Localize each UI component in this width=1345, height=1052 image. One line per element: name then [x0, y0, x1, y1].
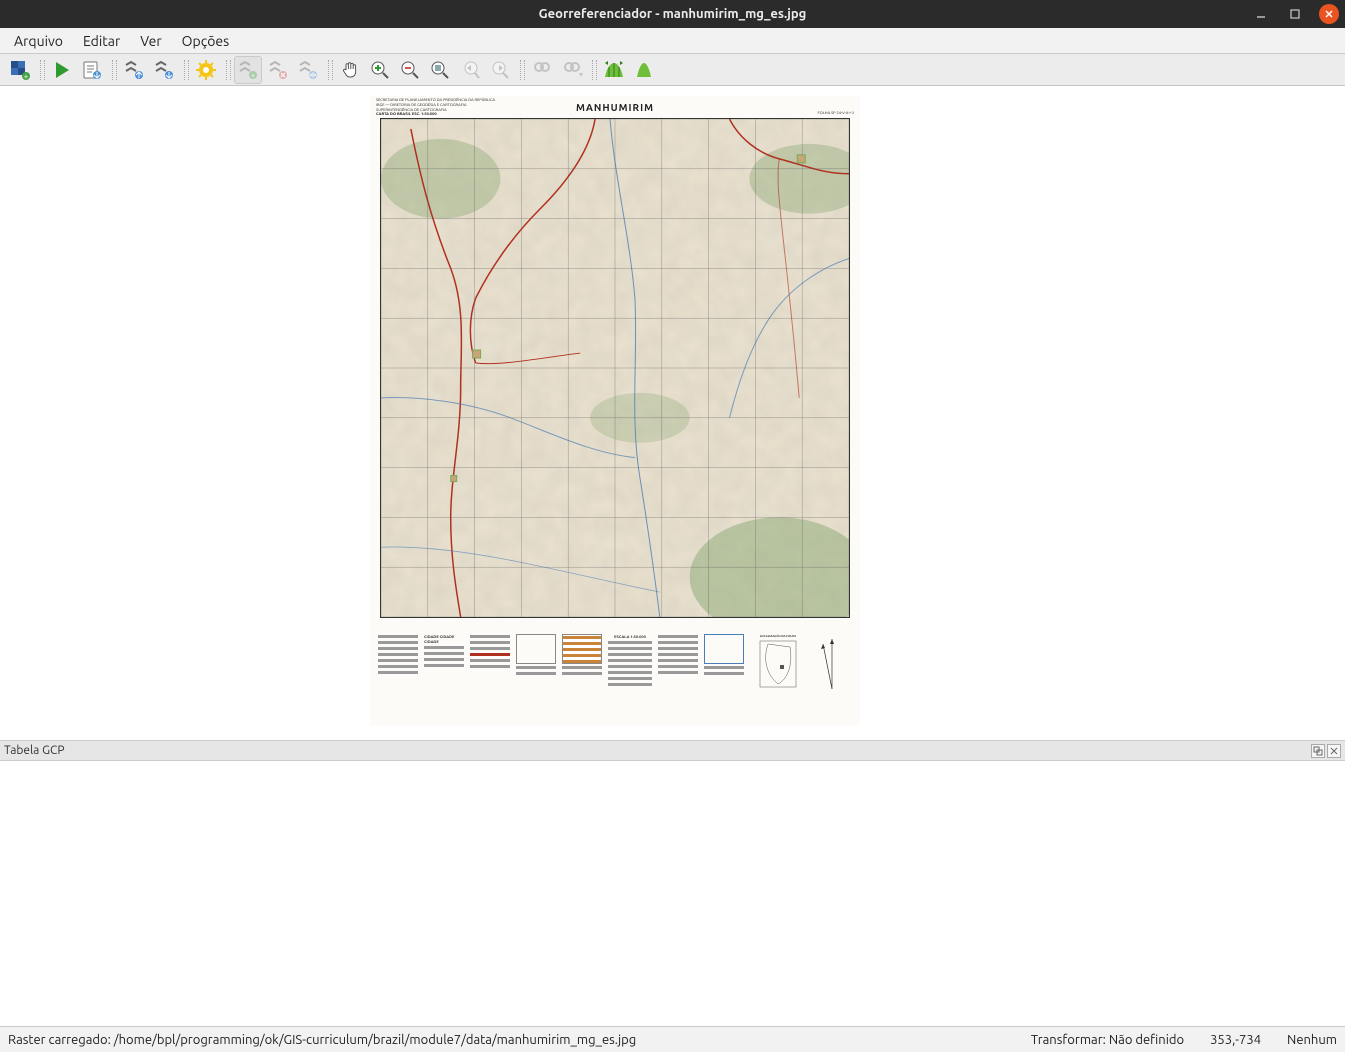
toolbar: + + — [0, 54, 1345, 86]
legend-escala-label: ESCALA 1:50.000 — [608, 634, 652, 639]
declination-diagram-icon — [817, 634, 847, 694]
generate-script-button[interactable] — [78, 56, 106, 84]
legend-block: CIDADE CIDADE CIDADE — [424, 634, 464, 720]
gcp-table[interactable] — [0, 761, 1345, 1026]
raster-document: SECRETARIA DE PLANEJAMENTO DA PRESIDÊNCI… — [370, 96, 860, 726]
full-histogram-button[interactable] — [600, 56, 628, 84]
map-header-line: CARTA DO BRASIL ESC. 1:50.000 — [376, 112, 495, 117]
gcp-panel-header: Tabela GCP — [0, 741, 1345, 761]
location-diagram-icon — [758, 639, 798, 699]
window-title: Georreferenciador - manhumirim_mg_es.jpg — [0, 7, 1345, 21]
menu-opcoes[interactable]: Opções — [174, 31, 238, 51]
toolbar-separator — [184, 58, 186, 82]
move-gcp-button[interactable] — [294, 56, 322, 84]
titlebar: Georreferenciador - manhumirim_mg_es.jpg — [0, 0, 1345, 28]
status-none: Nenhum — [1287, 1033, 1337, 1047]
status-coords: 353,-734 — [1210, 1033, 1261, 1047]
zoom-to-layer-button[interactable] — [426, 56, 454, 84]
legend-block: LOCALIZAÇÃO DA FOLHA — [750, 634, 806, 720]
save-gcp-as-button[interactable] — [150, 56, 178, 84]
minimize-button[interactable] — [1251, 4, 1271, 24]
map-legend: CIDADE CIDADE CIDADE ESCALA 1:50.000 — [378, 634, 852, 720]
legend-block — [562, 634, 602, 720]
svg-text:+: + — [251, 71, 256, 80]
legend-block — [470, 634, 510, 720]
toolbar-separator — [328, 58, 330, 82]
start-georef-button[interactable] — [48, 56, 76, 84]
statusbar: Raster carregado: /home/bpl/programming/… — [0, 1026, 1345, 1052]
gcp-panel-title: Tabela GCP — [4, 744, 65, 757]
legend-cidade-label: CIDADE CIDADE CIDADE — [424, 634, 464, 644]
zoom-in-button[interactable] — [366, 56, 394, 84]
legend-block: ESCALA 1:50.000 — [608, 634, 652, 720]
status-raster-path: Raster carregado: /home/bpl/programming/… — [8, 1033, 636, 1047]
delete-point-button[interactable] — [264, 56, 292, 84]
panel-float-button[interactable] — [1311, 744, 1325, 758]
map-title: MANHUMIRIM — [370, 102, 860, 113]
toolbar-separator — [112, 58, 114, 82]
load-gcp-button[interactable] — [120, 56, 148, 84]
open-raster-button[interactable]: + — [6, 56, 34, 84]
zoom-next-button[interactable] — [486, 56, 514, 84]
add-point-button[interactable]: + — [234, 56, 262, 84]
zoom-out-button[interactable] — [396, 56, 424, 84]
menu-editar[interactable]: Editar — [75, 31, 128, 51]
legend-block — [704, 634, 744, 720]
legend-block — [812, 634, 852, 720]
local-histogram-button[interactable] — [630, 56, 658, 84]
toolbar-separator — [40, 58, 42, 82]
toolbar-separator — [592, 58, 594, 82]
zoom-last-button[interactable] — [456, 56, 484, 84]
close-button[interactable] — [1319, 4, 1339, 24]
map-header-right: FOLHA SF-24-V-A-I-3 — [818, 110, 854, 115]
transformation-settings-button[interactable] — [192, 56, 220, 84]
map-terrain-icon — [381, 119, 849, 617]
toolbar-separator — [226, 58, 228, 82]
pan-button[interactable] — [336, 56, 364, 84]
link-georef-to-qgis-button[interactable] — [528, 56, 556, 84]
svg-text:+: + — [24, 72, 29, 81]
map-canvas[interactable]: SECRETARIA DE PLANEJAMENTO DA PRESIDÊNCI… — [0, 86, 1345, 741]
map-frame — [380, 118, 850, 618]
menubar: Arquivo Editar Ver Opções — [0, 28, 1345, 54]
legend-block — [516, 634, 556, 720]
toolbar-separator — [520, 58, 522, 82]
status-transform: Transformar: Não definido — [1031, 1033, 1184, 1047]
legend-block — [378, 634, 418, 720]
maximize-button[interactable] — [1285, 4, 1305, 24]
window-controls — [1251, 0, 1339, 28]
menu-ver[interactable]: Ver — [132, 31, 169, 51]
panel-close-button[interactable] — [1327, 744, 1341, 758]
menu-arquivo[interactable]: Arquivo — [6, 31, 71, 51]
legend-localizacao-label: LOCALIZAÇÃO DA FOLHA — [760, 634, 797, 638]
legend-block — [658, 634, 698, 720]
link-qgis-to-georef-button[interactable] — [558, 56, 586, 84]
